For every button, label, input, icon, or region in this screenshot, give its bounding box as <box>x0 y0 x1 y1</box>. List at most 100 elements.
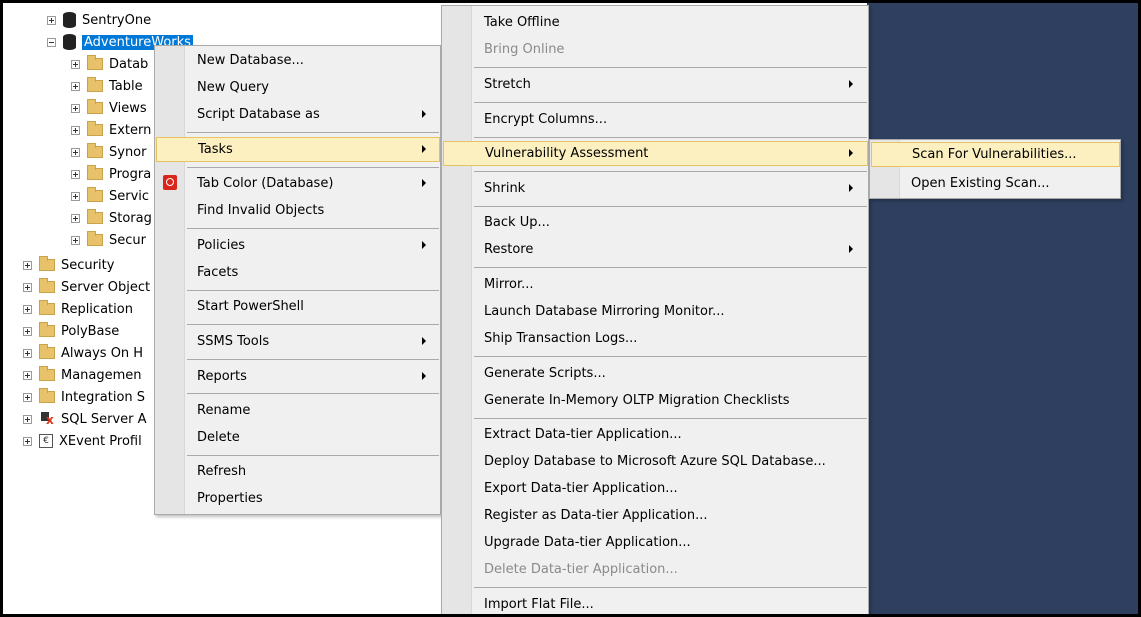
menu-item-delete[interactable]: Delete <box>155 425 440 450</box>
menu-item-script-database-as[interactable]: Script Database as <box>155 102 440 127</box>
expand-icon[interactable] <box>71 191 80 201</box>
menu-item-extract-data-tier[interactable]: Extract Data-tier Application... <box>442 422 868 447</box>
folder-icon <box>39 366 55 381</box>
menu-item-shrink[interactable]: Shrink <box>442 176 868 201</box>
tree-node-polybase[interactable]: PolyBase <box>23 320 119 342</box>
menu-item-open-existing-scan[interactable]: Open Existing Scan... <box>870 171 1120 196</box>
menu-item-generate-oltp-checklists[interactable]: Generate In-Memory OLTP Migration Checkl… <box>442 388 868 413</box>
expand-icon[interactable] <box>71 235 80 245</box>
menu-item-label: Restore <box>484 242 534 257</box>
expand-icon[interactable] <box>47 15 56 25</box>
tree-node-label: Replication <box>61 301 133 317</box>
menu-item-label: Export Data-tier Application... <box>484 481 678 496</box>
menu-item-label: Import Flat File... <box>484 597 594 612</box>
tree-node-label: Datab <box>109 56 149 72</box>
menu-item-label: Register as Data-tier Application... <box>484 508 708 523</box>
menu-item-vulnerability-assessment[interactable]: Vulnerability Assessment <box>443 141 868 166</box>
menu-item-new-database[interactable]: New Database... <box>155 48 440 73</box>
menu-item-reports[interactable]: Reports <box>155 364 440 389</box>
menu-item-launch-mirroring-monitor[interactable]: Launch Database Mirroring Monitor... <box>442 299 868 324</box>
folder-icon <box>87 99 103 114</box>
expand-icon[interactable] <box>23 260 32 270</box>
menu-item-label: Encrypt Columns... <box>484 112 608 127</box>
menu-item-policies[interactable]: Policies <box>155 233 440 258</box>
expand-icon[interactable] <box>23 326 32 336</box>
folder-icon <box>87 121 103 136</box>
menu-item-scan-for-vulnerabilities[interactable]: Scan For Vulnerabilities... <box>871 142 1120 167</box>
expand-icon[interactable] <box>71 147 80 157</box>
tree-node-storage[interactable]: Storag <box>71 207 152 229</box>
expand-icon[interactable] <box>23 436 32 446</box>
expand-icon[interactable] <box>23 348 32 358</box>
menu-item-properties[interactable]: Properties <box>155 486 440 511</box>
menu-separator <box>474 102 867 103</box>
menu-item-facets[interactable]: Facets <box>155 260 440 285</box>
menu-item-find-invalid-objects[interactable]: Find Invalid Objects <box>155 198 440 223</box>
expand-icon[interactable] <box>23 414 32 424</box>
tree-node-tables[interactable]: Table <box>71 75 143 97</box>
menu-item-register-data-tier[interactable]: Register as Data-tier Application... <box>442 503 868 528</box>
tree-node-databases[interactable]: Datab <box>71 53 148 75</box>
tree-node-sql-server-agent[interactable]: SQL Server A <box>23 408 147 430</box>
menu-item-encrypt-columns[interactable]: Encrypt Columns... <box>442 107 868 132</box>
expand-icon[interactable] <box>71 213 80 223</box>
expand-icon[interactable] <box>23 304 32 314</box>
tree-node-integration-services[interactable]: Integration S <box>23 386 145 408</box>
tree-node-db-security[interactable]: Secur <box>71 229 146 251</box>
menu-item-generate-scripts[interactable]: Generate Scripts... <box>442 361 868 386</box>
expand-icon[interactable] <box>23 282 32 292</box>
menu-separator <box>187 324 439 325</box>
menu-item-label: Tab Color (Database) <box>197 176 334 191</box>
menu-item-label: Shrink <box>484 181 526 196</box>
menu-item-ship-transaction-logs[interactable]: Ship Transaction Logs... <box>442 326 868 351</box>
tree-node-security[interactable]: Security <box>23 254 114 276</box>
menu-item-bring-online[interactable]: Bring Online <box>442 37 868 62</box>
menu-item-label: Ship Transaction Logs... <box>484 331 638 346</box>
tree-node-external[interactable]: Extern <box>71 119 151 141</box>
menu-item-upgrade-data-tier[interactable]: Upgrade Data-tier Application... <box>442 530 868 555</box>
screenshot-frame: SentryOne AdventureWorks Datab Table Vie… <box>0 0 1141 617</box>
folder-icon <box>87 231 103 246</box>
menu-item-refresh[interactable]: Refresh <box>155 459 440 484</box>
menu-item-deploy-azure[interactable]: Deploy Database to Microsoft Azure SQL D… <box>442 449 868 474</box>
tree-node-always-on[interactable]: Always On H <box>23 342 143 364</box>
collapse-icon[interactable] <box>47 37 56 47</box>
expand-icon[interactable] <box>71 103 80 113</box>
tree-node-server-objects[interactable]: Server Object <box>23 276 150 298</box>
tree-node-synonyms[interactable]: Synor <box>71 141 146 163</box>
tasks-submenu: Take Offline Bring Online Stretch Encryp… <box>441 5 869 614</box>
tree-node-service-broker[interactable]: Servic <box>71 185 149 207</box>
expand-icon[interactable] <box>71 59 80 69</box>
tree-node-label: Storag <box>109 210 152 226</box>
menu-item-export-data-tier[interactable]: Export Data-tier Application... <box>442 476 868 501</box>
folder-icon <box>87 165 103 180</box>
tree-node-management[interactable]: Managemen <box>23 364 142 386</box>
menu-item-restore[interactable]: Restore <box>442 237 868 262</box>
menu-item-tasks[interactable]: Tasks <box>156 137 440 162</box>
menu-item-label: Delete Data-tier Application... <box>484 562 678 577</box>
expand-icon[interactable] <box>23 392 32 402</box>
tree-node-xevent-profiler[interactable]: € XEvent Profil <box>23 430 142 452</box>
expand-icon[interactable] <box>71 125 80 135</box>
tree-node-sentryone[interactable]: SentryOne <box>47 9 151 31</box>
tree-node-replication[interactable]: Replication <box>23 298 133 320</box>
menu-item-take-offline[interactable]: Take Offline <box>442 10 868 35</box>
menu-item-mirror[interactable]: Mirror... <box>442 272 868 297</box>
menu-item-ssms-tools[interactable]: SSMS Tools <box>155 329 440 354</box>
tree-node-label: Servic <box>109 188 150 204</box>
menu-item-back-up[interactable]: Back Up... <box>442 210 868 235</box>
menu-item-start-powershell[interactable]: Start PowerShell <box>155 294 440 319</box>
menu-item-tab-color[interactable]: Tab Color (Database) <box>155 171 440 196</box>
menu-item-new-query[interactable]: New Query <box>155 75 440 100</box>
menu-item-label: Extract Data-tier Application... <box>484 427 682 442</box>
tree-node-views[interactable]: Views <box>71 97 147 119</box>
menu-item-rename[interactable]: Rename <box>155 398 440 423</box>
menu-item-import-flat-file[interactable]: Import Flat File... <box>442 592 868 614</box>
menu-separator <box>187 290 439 291</box>
expand-icon[interactable] <box>23 370 32 380</box>
tree-node-programmability[interactable]: Progra <box>71 163 151 185</box>
expand-icon[interactable] <box>71 169 80 179</box>
expand-icon[interactable] <box>71 81 80 91</box>
menu-item-stretch[interactable]: Stretch <box>442 72 868 97</box>
menu-item-delete-data-tier[interactable]: Delete Data-tier Application... <box>442 557 868 582</box>
